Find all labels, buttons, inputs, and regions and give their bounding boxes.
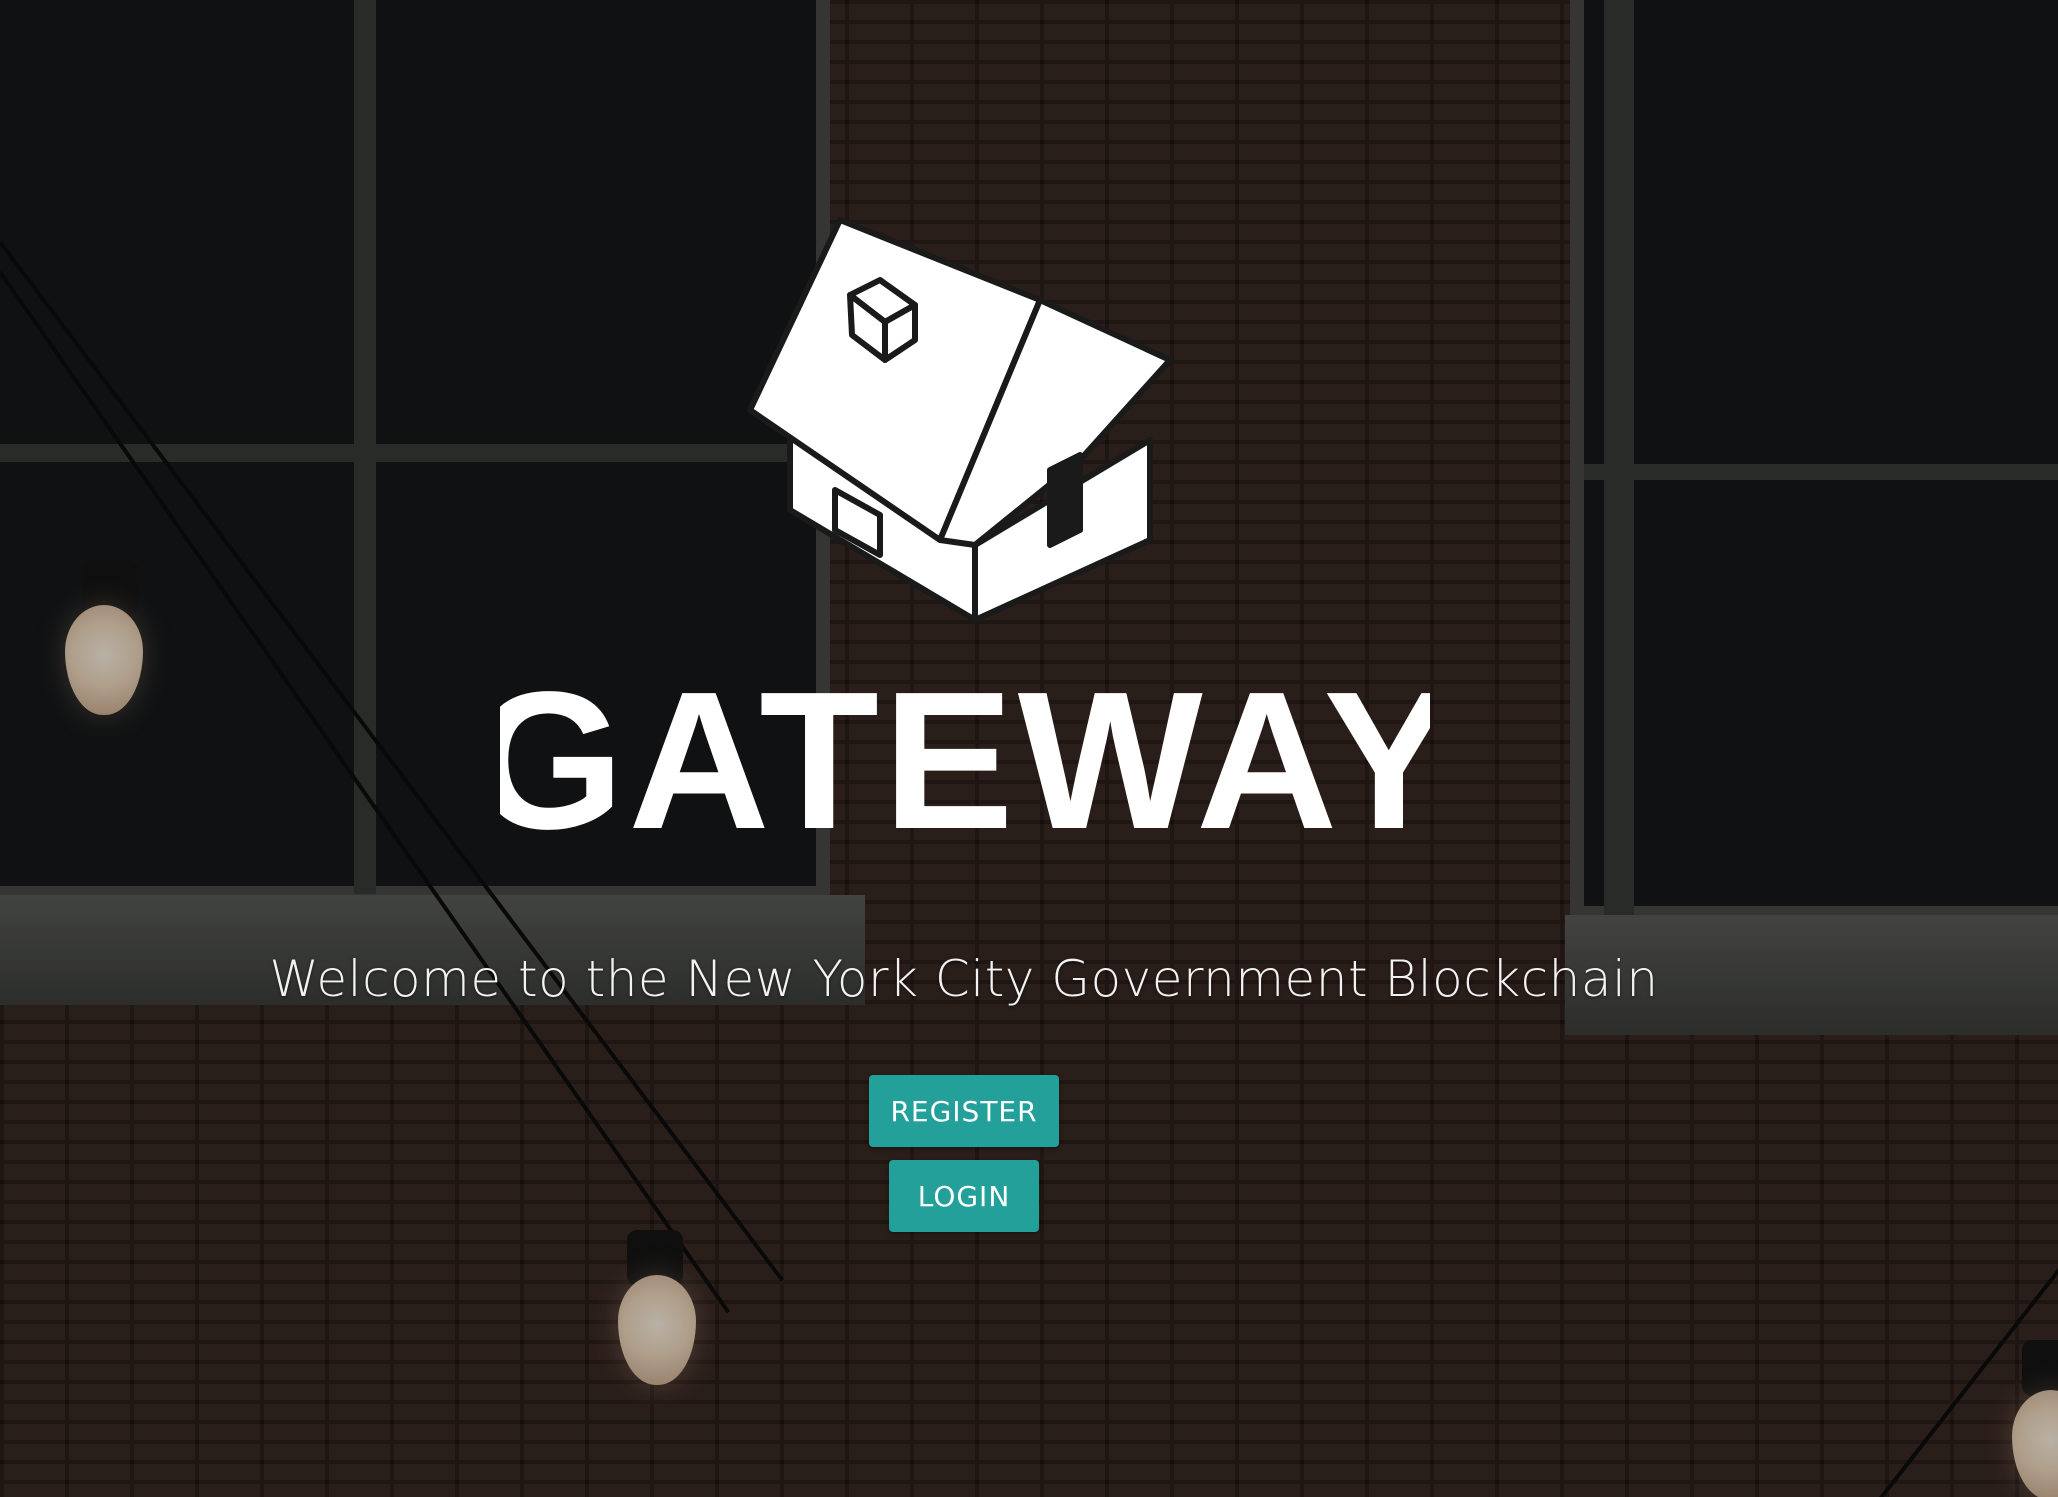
logo-text: GATEWAY (500, 670, 1430, 850)
register-button[interactable]: REGISTER (869, 1075, 1059, 1147)
landing-page: GATEWAY Welcome to the New York City Gov… (0, 0, 2058, 1497)
welcome-heading: Welcome to the New York City Government … (269, 950, 1659, 1008)
logo-wordmark: GATEWAY (500, 670, 1430, 850)
house-icon (747, 217, 1173, 623)
login-button[interactable]: LOGIN (889, 1160, 1039, 1232)
